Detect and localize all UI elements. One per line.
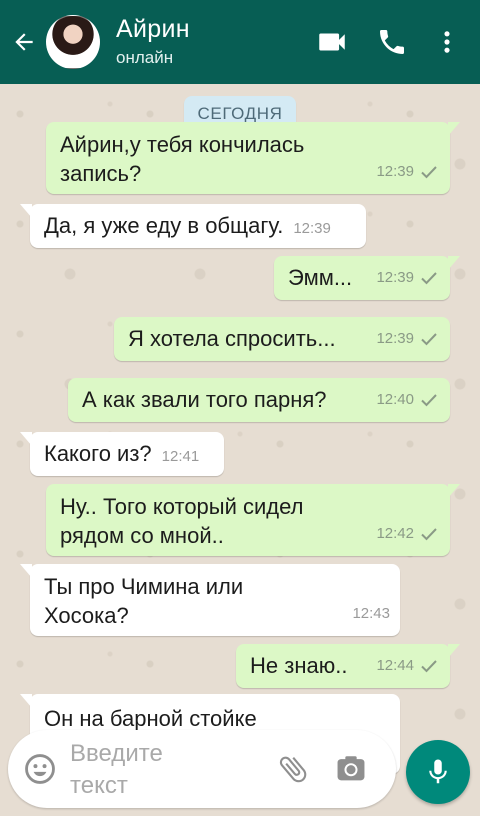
message-meta: 12:39: [376, 324, 438, 353]
message-meta: 12:41: [162, 442, 200, 471]
check-icon: [421, 165, 437, 178]
message-time: 12:42: [376, 525, 414, 542]
message-time: 12:39: [293, 220, 331, 237]
avatar[interactable]: [46, 15, 100, 69]
message-input[interactable]: [70, 734, 250, 804]
message-meta: 12:39: [376, 263, 438, 292]
voice-call-button[interactable]: [362, 0, 422, 84]
message-text: Он на барной стойке: [44, 706, 257, 731]
message-meta: 12:42: [376, 519, 438, 548]
message-time: 12:44: [376, 657, 414, 674]
message-text: Какого из?: [44, 441, 152, 466]
message-time: 12:39: [376, 330, 414, 347]
message-list[interactable]: СЕГОДНЯ Айрин,у тебя кончилась запись? 1…: [0, 84, 480, 816]
contact-status: онлайн: [116, 48, 174, 67]
message-time: 12:39: [376, 269, 414, 286]
message-outgoing[interactable]: А как звали того парня? 12:40: [68, 378, 450, 422]
video-call-button[interactable]: [302, 0, 362, 84]
back-button[interactable]: [2, 0, 46, 84]
camera-icon: [337, 756, 365, 781]
message-outgoing[interactable]: Айрин,у тебя кончилась запись? 12:39: [46, 122, 460, 194]
mic-icon: [429, 759, 447, 784]
emoji-button[interactable]: [10, 730, 70, 808]
emoji-icon: [25, 754, 55, 784]
message-outgoing[interactable]: Не знаю.. 12:44: [236, 644, 460, 688]
voice-message-button[interactable]: [406, 740, 470, 804]
message-time: 12:41: [161, 448, 200, 465]
check-icon: [421, 393, 437, 406]
message-meta: 12:43: [352, 599, 390, 628]
attach-icon: [279, 756, 307, 783]
message-incoming[interactable]: Какого из? 12:41: [20, 432, 224, 476]
video-call-icon: [319, 33, 345, 51]
more-vert-icon: [444, 31, 450, 53]
back-arrow-icon: [15, 33, 33, 51]
attach-button[interactable]: [264, 730, 322, 808]
message-meta: 12:44: [376, 651, 438, 680]
message-composer: [8, 730, 396, 808]
message-meta: 12:39: [376, 157, 438, 186]
check-icon: [421, 271, 437, 284]
message-text: Да, я уже еду в общагу.: [44, 213, 284, 238]
chat-header: Айрин онлайн: [0, 0, 480, 84]
phone-icon: [380, 30, 404, 54]
message-incoming[interactable]: Ты про Чимина или Хосока? 12:43: [20, 564, 400, 636]
message-time: 12:39: [376, 163, 414, 180]
message-incoming[interactable]: Да, я уже еду в общагу. 12:39: [20, 204, 366, 248]
contact-info[interactable]: Айрин онлайн: [116, 14, 190, 70]
message-meta: 12:40: [376, 385, 438, 414]
message-text: Ты про Чимина или Хосока?: [44, 574, 244, 628]
message-time: 12:43: [352, 605, 390, 622]
camera-button[interactable]: [322, 730, 380, 808]
check-icon: [421, 527, 437, 540]
message-meta: 12:39: [293, 214, 331, 243]
message-outgoing[interactable]: Ну.. Того который сидел рядом со мной.. …: [46, 484, 460, 556]
contact-name: Айрин: [116, 15, 190, 43]
message-outgoing[interactable]: Эмм... 12:39: [274, 256, 460, 300]
message-outgoing[interactable]: Я хотела спросить... 12:39: [114, 317, 450, 361]
more-options-button[interactable]: [422, 0, 472, 84]
check-icon: [421, 332, 437, 345]
message-time: 12:40: [376, 391, 414, 408]
check-icon: [421, 659, 437, 672]
header-actions: [302, 0, 480, 84]
